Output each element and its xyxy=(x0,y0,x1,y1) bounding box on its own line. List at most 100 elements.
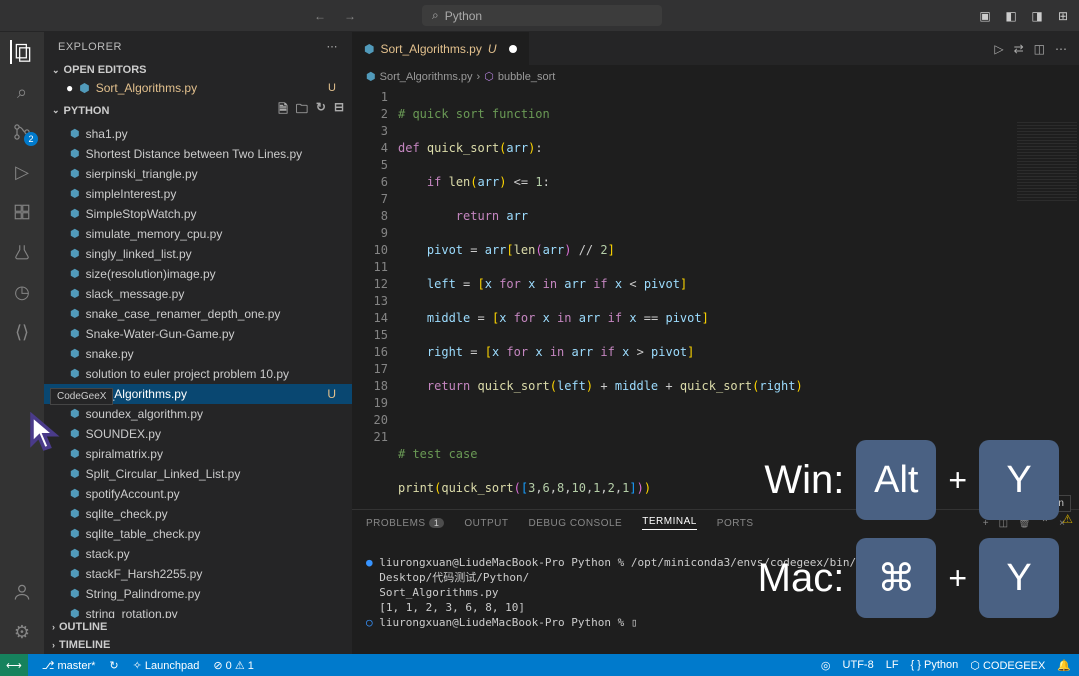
file-name: solution to euler project problem 10.py xyxy=(86,365,289,383)
file-item[interactable]: ⬢sha1.py xyxy=(44,124,352,144)
file-item[interactable]: ⬢size(resolution)image.py xyxy=(44,264,352,284)
status-branch[interactable]: ⎇ master* xyxy=(42,659,96,672)
file-item[interactable]: ⬢snake.py xyxy=(44,344,352,364)
status-eol[interactable]: LF xyxy=(886,659,899,671)
remote-icon[interactable]: ◷ xyxy=(10,280,34,304)
file-icon: ⬢ xyxy=(366,70,376,83)
minimap[interactable] xyxy=(1017,121,1077,201)
layout-panel-icon[interactable]: ▣ xyxy=(977,8,993,24)
file-item[interactable]: ⬢stackF_Harsh2255.py xyxy=(44,564,352,584)
status-launchpad[interactable]: ✧ Launchpad xyxy=(133,659,200,672)
more-icon[interactable]: ⋯ xyxy=(1055,42,1067,56)
status-sync-icon[interactable]: ↻ xyxy=(109,659,118,672)
layout-secondary-icon[interactable]: ◨ xyxy=(1029,8,1045,24)
file-item[interactable]: ⬢string_rotation.py xyxy=(44,604,352,618)
new-file-icon[interactable]: 🗎 xyxy=(278,100,288,121)
open-editors-header[interactable]: ⌄ OPEN EDITORS xyxy=(44,61,352,79)
account-icon[interactable] xyxy=(10,580,34,604)
refresh-icon[interactable]: ↻ xyxy=(316,100,326,121)
python-file-icon: ⬢ xyxy=(70,465,80,483)
tab-sort-algorithms[interactable]: ⬢ Sort_Algorithms.py U xyxy=(352,32,530,65)
file-name: singly_linked_list.py xyxy=(86,245,192,263)
timeline-header[interactable]: › TIMELINE xyxy=(44,636,352,654)
status-live-icon[interactable]: ◎ xyxy=(821,659,831,672)
file-name: snake_case_renamer_depth_one.py xyxy=(86,305,281,323)
file-name: sqlite_table_check.py xyxy=(86,525,201,543)
file-name: simulate_memory_cpu.py xyxy=(86,225,223,243)
file-item[interactable]: ⬢ simulate_memory_cpu.py xyxy=(44,224,352,244)
file-item[interactable]: ⬢singly_linked_list.py xyxy=(44,244,352,264)
search-activity-icon[interactable]: ⌕ xyxy=(10,80,34,104)
codegeex-tooltip: CodeGeeX xyxy=(50,388,113,405)
tab-output[interactable]: OUTPUT xyxy=(464,518,508,529)
python-file-icon: ⬢ xyxy=(70,305,80,323)
python-file-icon: ⬢ xyxy=(70,445,80,463)
file-item[interactable]: ⬢sqlite_table_check.py xyxy=(44,524,352,544)
python-folder-header[interactable]: ⌄ PYTHON 🗎 🗀 ↻ ⊟ xyxy=(44,97,352,124)
chevron-right-icon: › xyxy=(52,640,55,650)
file-item[interactable]: ⬢Split_Circular_Linked_List.py xyxy=(44,464,352,484)
file-item[interactable]: ⬢String_Palindrome.py xyxy=(44,584,352,604)
file-name: sha1.py xyxy=(86,125,128,143)
debug-icon[interactable]: ▷ xyxy=(10,160,34,184)
python-file-icon: ⬢ xyxy=(70,505,80,523)
settings-icon[interactable]: ⚙ xyxy=(10,620,34,644)
test-icon[interactable] xyxy=(10,240,34,264)
status-language[interactable]: { } Python xyxy=(911,659,959,671)
nav-forward-icon[interactable]: → xyxy=(338,7,362,25)
file-item[interactable]: ⬢ solution to euler project problem 10.py xyxy=(44,364,352,384)
tab-debug-console[interactable]: DEBUG CONSOLE xyxy=(528,518,622,529)
status-codegeex[interactable]: ⬡ CODEGEEX xyxy=(970,659,1045,672)
file-item[interactable]: ⬢slack_message.py xyxy=(44,284,352,304)
remote-status-icon[interactable]: ⟷ xyxy=(0,654,28,676)
collapse-icon[interactable]: ⊟ xyxy=(334,100,344,121)
file-list[interactable]: ⬢sha1.py⬢Shortest Distance between Two L… xyxy=(44,124,352,618)
status-encoding[interactable]: UTF-8 xyxy=(843,659,874,671)
extensions-icon[interactable] xyxy=(10,200,34,224)
tab-filename: Sort_Algorithms.py xyxy=(380,42,481,56)
tab-terminal[interactable]: TERMINAL xyxy=(642,516,697,530)
file-item[interactable]: ⬢Shortest Distance between Two Lines.py xyxy=(44,144,352,164)
command-search[interactable]: ⌕ Python xyxy=(422,5,662,26)
file-item[interactable]: ⬢sierpinski_triangle.py xyxy=(44,164,352,184)
file-item[interactable]: ⬢SimpleStopWatch.py xyxy=(44,204,352,224)
layout-sidebar-icon[interactable]: ◧ xyxy=(1003,8,1019,24)
compare-icon[interactable]: ⇄ xyxy=(1014,42,1024,56)
file-item[interactable]: ⬢spiralmatrix.py xyxy=(44,444,352,464)
new-folder-icon[interactable]: 🗀 xyxy=(296,100,308,121)
file-item[interactable]: ⬢simpleInterest.py xyxy=(44,184,352,204)
sidebar: EXPLORER ⋯ ⌄ OPEN EDITORS ● ⬢ Sort_Algor… xyxy=(44,32,352,654)
outline-header[interactable]: › OUTLINE xyxy=(44,618,352,636)
key-y: Y xyxy=(979,538,1059,618)
breadcrumb-symbol: bubble_sort xyxy=(498,71,556,83)
status-notify-icon[interactable]: 🔔 xyxy=(1057,659,1071,672)
python-file-icon: ⬢ xyxy=(70,565,80,583)
file-item[interactable]: ⬢ snake_case_renamer_depth_one.py xyxy=(44,304,352,324)
status-problems[interactable]: ⊘ 0 ⚠ 1 xyxy=(213,659,254,672)
open-editor-item[interactable]: ● ⬢ Sort_Algorithms.py U xyxy=(44,79,352,97)
split-editor-icon[interactable]: ◫ xyxy=(1034,42,1045,56)
python-file-icon: ⬢ xyxy=(70,365,80,383)
breadcrumb[interactable]: ⬢ Sort_Algorithms.py › ⬡ bubble_sort xyxy=(352,66,1079,87)
file-item[interactable]: ⬢sqlite_check.py xyxy=(44,504,352,524)
layout-customize-icon[interactable]: ⊞ xyxy=(1055,8,1071,24)
python-file-icon: ⬢ xyxy=(70,225,80,243)
codegeex-icon[interactable]: ⟨⟩ xyxy=(10,320,34,344)
nav-back-icon[interactable]: ← xyxy=(308,7,332,25)
file-item[interactable]: ⬢spotifyAccount.py xyxy=(44,484,352,504)
file-item[interactable]: ⬢Snake-Water-Gun-Game.py xyxy=(44,324,352,344)
sidebar-more-icon[interactable]: ⋯ xyxy=(327,40,339,53)
tab-problems[interactable]: PROBLEMS 1 xyxy=(366,518,444,529)
file-item[interactable]: ⬢stack.py xyxy=(44,544,352,564)
breadcrumb-file: Sort_Algorithms.py xyxy=(380,71,473,83)
chevron-down-icon: ⌄ xyxy=(52,105,60,116)
file-item[interactable]: ⬢SOUNDEX.py xyxy=(44,424,352,444)
file-name: SimpleStopWatch.py xyxy=(86,205,197,223)
file-item[interactable]: ⬢soundex_algorithm.py xyxy=(44,404,352,424)
explorer-icon[interactable] xyxy=(10,40,34,64)
python-file-icon: ⬢ xyxy=(70,485,80,503)
python-file-icon: ⬢ xyxy=(70,145,80,163)
run-icon[interactable]: ▷ xyxy=(994,42,1003,56)
file-name: snake.py xyxy=(86,345,134,363)
file-name: simpleInterest.py xyxy=(86,185,177,203)
